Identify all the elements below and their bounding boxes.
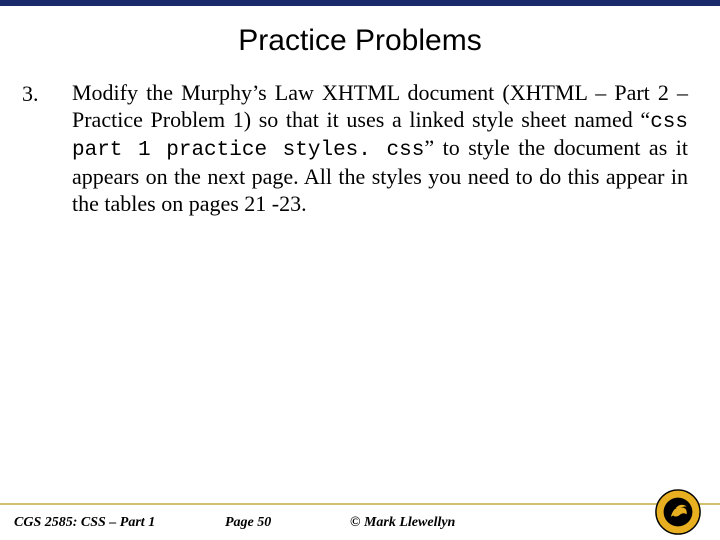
footer: CGS 2585: CSS – Part 1 Page 50 © Mark Ll… xyxy=(0,505,720,540)
problem-text-pre: Modify the Murphy’s Law XHTML document (… xyxy=(72,80,688,132)
accent-bar xyxy=(0,0,720,6)
footer-course: CGS 2585: CSS – Part 1 xyxy=(14,515,155,531)
page-title: Practice Problems xyxy=(0,24,720,58)
ucf-pegasus-logo-icon xyxy=(654,488,702,536)
problem-item: 3. Modify the Murphy’s Law XHTML documen… xyxy=(0,80,720,218)
problem-text: Modify the Murphy’s Law XHTML document (… xyxy=(72,80,688,218)
footer-author: © Mark Llewellyn xyxy=(350,515,455,531)
footer-page: Page 50 xyxy=(225,515,271,531)
slide: Practice Problems 3. Modify the Murphy’s… xyxy=(0,0,720,540)
problem-number: 3. xyxy=(22,80,72,218)
